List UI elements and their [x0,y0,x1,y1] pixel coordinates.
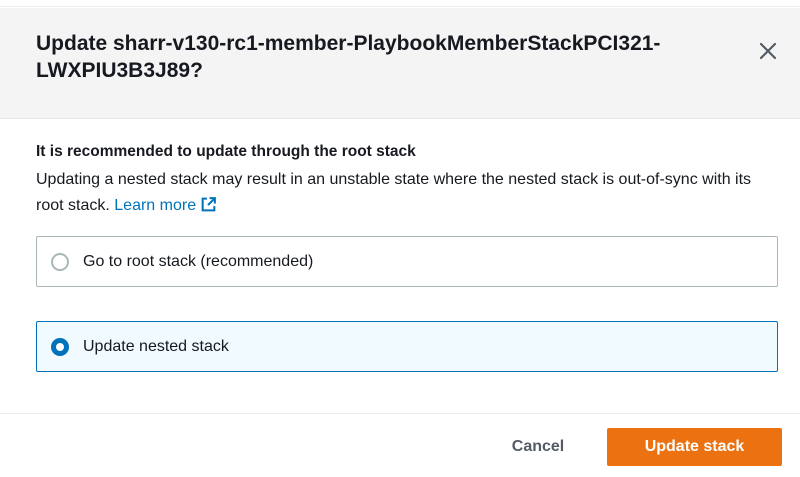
alert-heading: It is recommended to update through the … [36,143,416,160]
radio-update-nested-stack[interactable] [51,338,69,356]
external-link-icon [201,197,216,212]
update-stack-modal: Update sharr-v130-rc1-member-PlaybookMem… [0,0,800,477]
learn-more-label: Learn more [114,197,197,214]
top-edge [0,0,800,7]
modal-title: Update sharr-v130-rc1-member-PlaybookMem… [36,32,661,82]
option-label: Go to root stack (recommended) [83,253,314,270]
close-icon [759,42,777,60]
radio-go-to-root-stack[interactable] [51,253,69,271]
learn-more-link[interactable]: Learn more [114,197,217,214]
close-button[interactable] [752,35,784,67]
option-label: Update nested stack [83,338,229,355]
footer-divider [0,413,800,414]
option-update-nested-stack[interactable]: Update nested stack [36,321,778,372]
update-stack-button[interactable]: Update stack [607,428,782,466]
cancel-button[interactable]: Cancel [488,428,588,466]
modal-header: Update sharr-v130-rc1-member-PlaybookMem… [0,8,800,119]
alert-text: Updating a nested stack may result in an… [36,167,774,219]
option-go-to-root-stack[interactable]: Go to root stack (recommended) [36,236,778,287]
